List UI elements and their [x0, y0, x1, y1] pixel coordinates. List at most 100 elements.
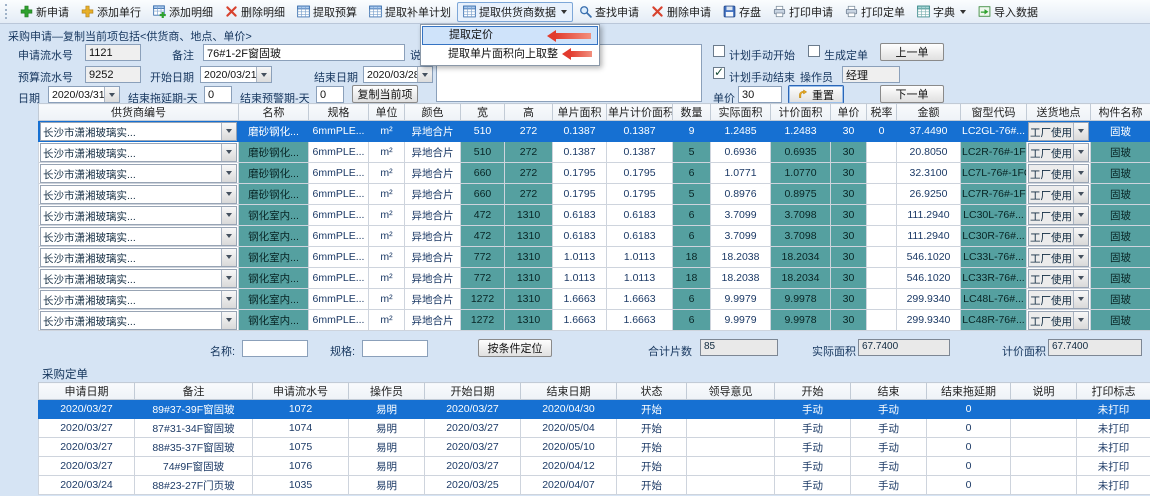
cell-delivery-place[interactable]: 工厂使用 [1027, 121, 1091, 142]
cell-piece-priced-area[interactable]: 1.6663 [607, 310, 673, 331]
cell-apply-date[interactable]: 2020/03/27 [39, 419, 135, 438]
cell-priced-area[interactable]: 18.2034 [771, 247, 831, 268]
cell-delivery-place[interactable]: 工厂使用 [1027, 205, 1091, 226]
end-warn-input[interactable] [316, 86, 344, 103]
cell-width[interactable]: 772 [461, 268, 505, 289]
cell-unit[interactable]: m² [369, 247, 405, 268]
cell-unit[interactable]: m² [369, 268, 405, 289]
cell-piece-area[interactable]: 0.1387 [553, 121, 607, 142]
cell-priced-area[interactable]: 1.2483 [771, 121, 831, 142]
cell-part-name[interactable]: 固玻 [1091, 163, 1150, 184]
cell-unit-price[interactable]: 30 [831, 226, 867, 247]
cell-end-date[interactable]: 2020/04/12 [521, 457, 617, 476]
cell-color[interactable]: 异地合片 [405, 163, 461, 184]
plan-manual-start-checkbox[interactable] [713, 45, 725, 57]
cell-amount[interactable]: 546.1020 [897, 247, 961, 268]
find-application-button[interactable]: 查找申请 [573, 2, 645, 22]
cell-window-code[interactable]: LC30R-76#... [961, 226, 1027, 247]
cell-priced-area[interactable]: 0.6935 [771, 142, 831, 163]
cell-end[interactable]: 手动 [851, 438, 927, 457]
cell-end-date[interactable]: 2020/04/30 [521, 400, 617, 419]
cell-piece-area[interactable]: 0.1795 [553, 184, 607, 205]
cell-height[interactable]: 1310 [505, 226, 553, 247]
cell-end[interactable]: 手动 [851, 457, 927, 476]
new-application-button[interactable]: 新申请 [14, 2, 75, 22]
cell-spec[interactable]: 6mmPLE... [309, 268, 369, 289]
cell-width[interactable]: 472 [461, 205, 505, 226]
cell-height[interactable]: 272 [505, 163, 553, 184]
cell-unit-price[interactable]: 30 [831, 121, 867, 142]
cell-unit[interactable]: m² [369, 163, 405, 184]
cell-name[interactable]: 钢化室内... [239, 310, 309, 331]
cell-amount[interactable]: 26.9250 [897, 184, 961, 205]
extract-budget-button[interactable]: 提取预算 [291, 2, 363, 22]
cell-operator[interactable]: 易明 [349, 419, 425, 438]
cell-note[interactable] [1011, 438, 1077, 457]
chevron-down-icon[interactable] [1073, 291, 1088, 308]
cell-spec[interactable]: 6mmPLE... [309, 163, 369, 184]
chevron-down-icon[interactable] [221, 207, 236, 224]
cell-qty[interactable]: 18 [673, 247, 711, 268]
cell-amount[interactable]: 111.2940 [897, 205, 961, 226]
cell-serial-no[interactable]: 1076 [253, 457, 349, 476]
cell-remark[interactable]: 74#9F窗固玻 [135, 457, 253, 476]
cell-qty[interactable]: 5 [673, 184, 711, 205]
cell-spec[interactable]: 6mmPLE... [309, 142, 369, 163]
cell-remark[interactable]: 87#31-34F窗固玻 [135, 419, 253, 438]
cell-width[interactable]: 510 [461, 142, 505, 163]
cell-remark[interactable]: 89#37-39F窗固玻 [135, 400, 253, 419]
cell-print-flag[interactable]: 未打印 [1077, 457, 1150, 476]
serial-input[interactable] [85, 44, 141, 61]
cell-tax-rate[interactable] [867, 205, 897, 226]
table-row[interactable]: 2020/03/2788#35-37F窗固玻1075易明2020/03/2720… [39, 438, 1150, 457]
cell-apply-date[interactable]: 2020/03/27 [39, 438, 135, 457]
cell-window-code[interactable]: LC48R-76#... [961, 310, 1027, 331]
chevron-down-icon[interactable] [1073, 144, 1088, 161]
table-row[interactable]: 2020/03/2488#23-27F门页玻1035易明2020/03/2520… [39, 476, 1150, 495]
cell-supplier[interactable]: 长沙市潇湘玻璃实... [39, 184, 239, 205]
previous-order-button[interactable]: 上一单 [880, 43, 944, 61]
cell-end[interactable]: 手动 [851, 400, 927, 419]
cell-name[interactable]: 磨砂钢化... [239, 184, 309, 205]
cell-start-date[interactable]: 2020/03/27 [425, 457, 521, 476]
cell-name[interactable]: 磨砂钢化... [239, 142, 309, 163]
cell-remark[interactable]: 88#23-27F门页玻 [135, 476, 253, 495]
cell-start[interactable]: 手动 [775, 400, 851, 419]
cell-window-code[interactable]: LC30L-76#... [961, 205, 1027, 226]
cell-piece-area[interactable]: 0.1795 [553, 163, 607, 184]
cell-priced-area[interactable]: 9.9978 [771, 289, 831, 310]
cell-serial-no[interactable]: 1074 [253, 419, 349, 438]
cell-supplier[interactable]: 长沙市潇湘玻璃实... [39, 142, 239, 163]
cell-height[interactable]: 1310 [505, 289, 553, 310]
cell-print-flag[interactable]: 未打印 [1077, 419, 1150, 438]
cell-color[interactable]: 异地合片 [405, 268, 461, 289]
chevron-down-icon[interactable] [221, 186, 236, 203]
cell-unit[interactable]: m² [369, 121, 405, 142]
cell-unit[interactable]: m² [369, 310, 405, 331]
chevron-down-icon[interactable] [256, 67, 271, 82]
cell-tax-rate[interactable] [867, 268, 897, 289]
cell-piece-area[interactable]: 1.0113 [553, 247, 607, 268]
chevron-down-icon[interactable] [221, 123, 236, 140]
cell-end-date[interactable]: 2020/04/07 [521, 476, 617, 495]
menu-item-extract-pricing[interactable]: 提取定价 [422, 26, 598, 45]
cell-status[interactable]: 开始 [617, 457, 687, 476]
cell-apply-date[interactable]: 2020/03/27 [39, 457, 135, 476]
cell-end[interactable]: 手动 [851, 419, 927, 438]
table-row[interactable]: 长沙市潇湘玻璃实...钢化室内...6mmPLE...m²异地合片4721310… [39, 205, 1150, 226]
generate-order-checkbox[interactable] [808, 45, 820, 57]
cell-unit-price[interactable]: 30 [831, 163, 867, 184]
chevron-down-icon[interactable] [104, 87, 119, 102]
cell-height[interactable]: 1310 [505, 205, 553, 226]
cell-unit-price[interactable]: 30 [831, 289, 867, 310]
cell-actual-area[interactable]: 18.2038 [711, 268, 771, 289]
cell-piece-priced-area[interactable]: 0.6183 [607, 205, 673, 226]
cell-tax-rate[interactable] [867, 247, 897, 268]
cell-status[interactable]: 开始 [617, 438, 687, 457]
chevron-down-icon[interactable] [1073, 312, 1088, 329]
add-single-row-button[interactable]: 添加单行 [75, 2, 147, 22]
chevron-down-icon[interactable] [1073, 165, 1088, 182]
cell-tax-rate[interactable] [867, 226, 897, 247]
cell-status[interactable]: 开始 [617, 476, 687, 495]
cell-note[interactable] [1011, 419, 1077, 438]
